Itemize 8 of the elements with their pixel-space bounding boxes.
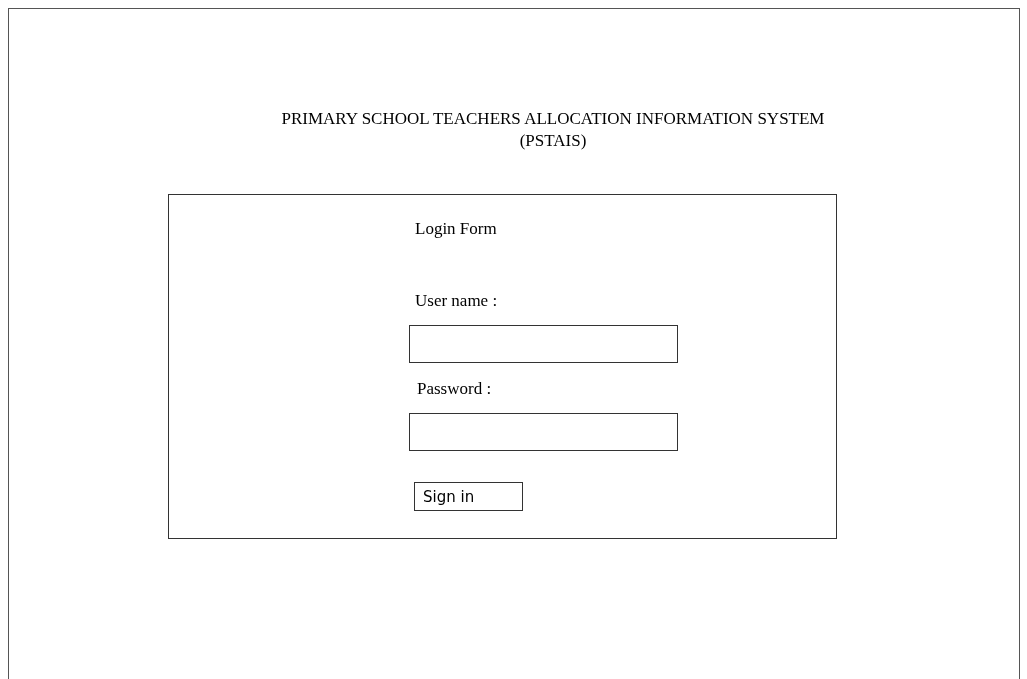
system-title: PRIMARY SCHOOL TEACHERS ALLOCATION INFORMATION SYSTEM — [281, 108, 825, 130]
system-abbreviation: (PSTAIS) — [519, 130, 587, 152]
input-field[interactable] — [409, 325, 678, 363]
field-label: User name : — [415, 291, 498, 311]
field-label: Password : — [417, 379, 492, 399]
form-heading: Login Form — [415, 219, 497, 239]
sign-in-button[interactable]: Sign in — [414, 482, 523, 511]
input-field[interactable] — [409, 413, 678, 451]
